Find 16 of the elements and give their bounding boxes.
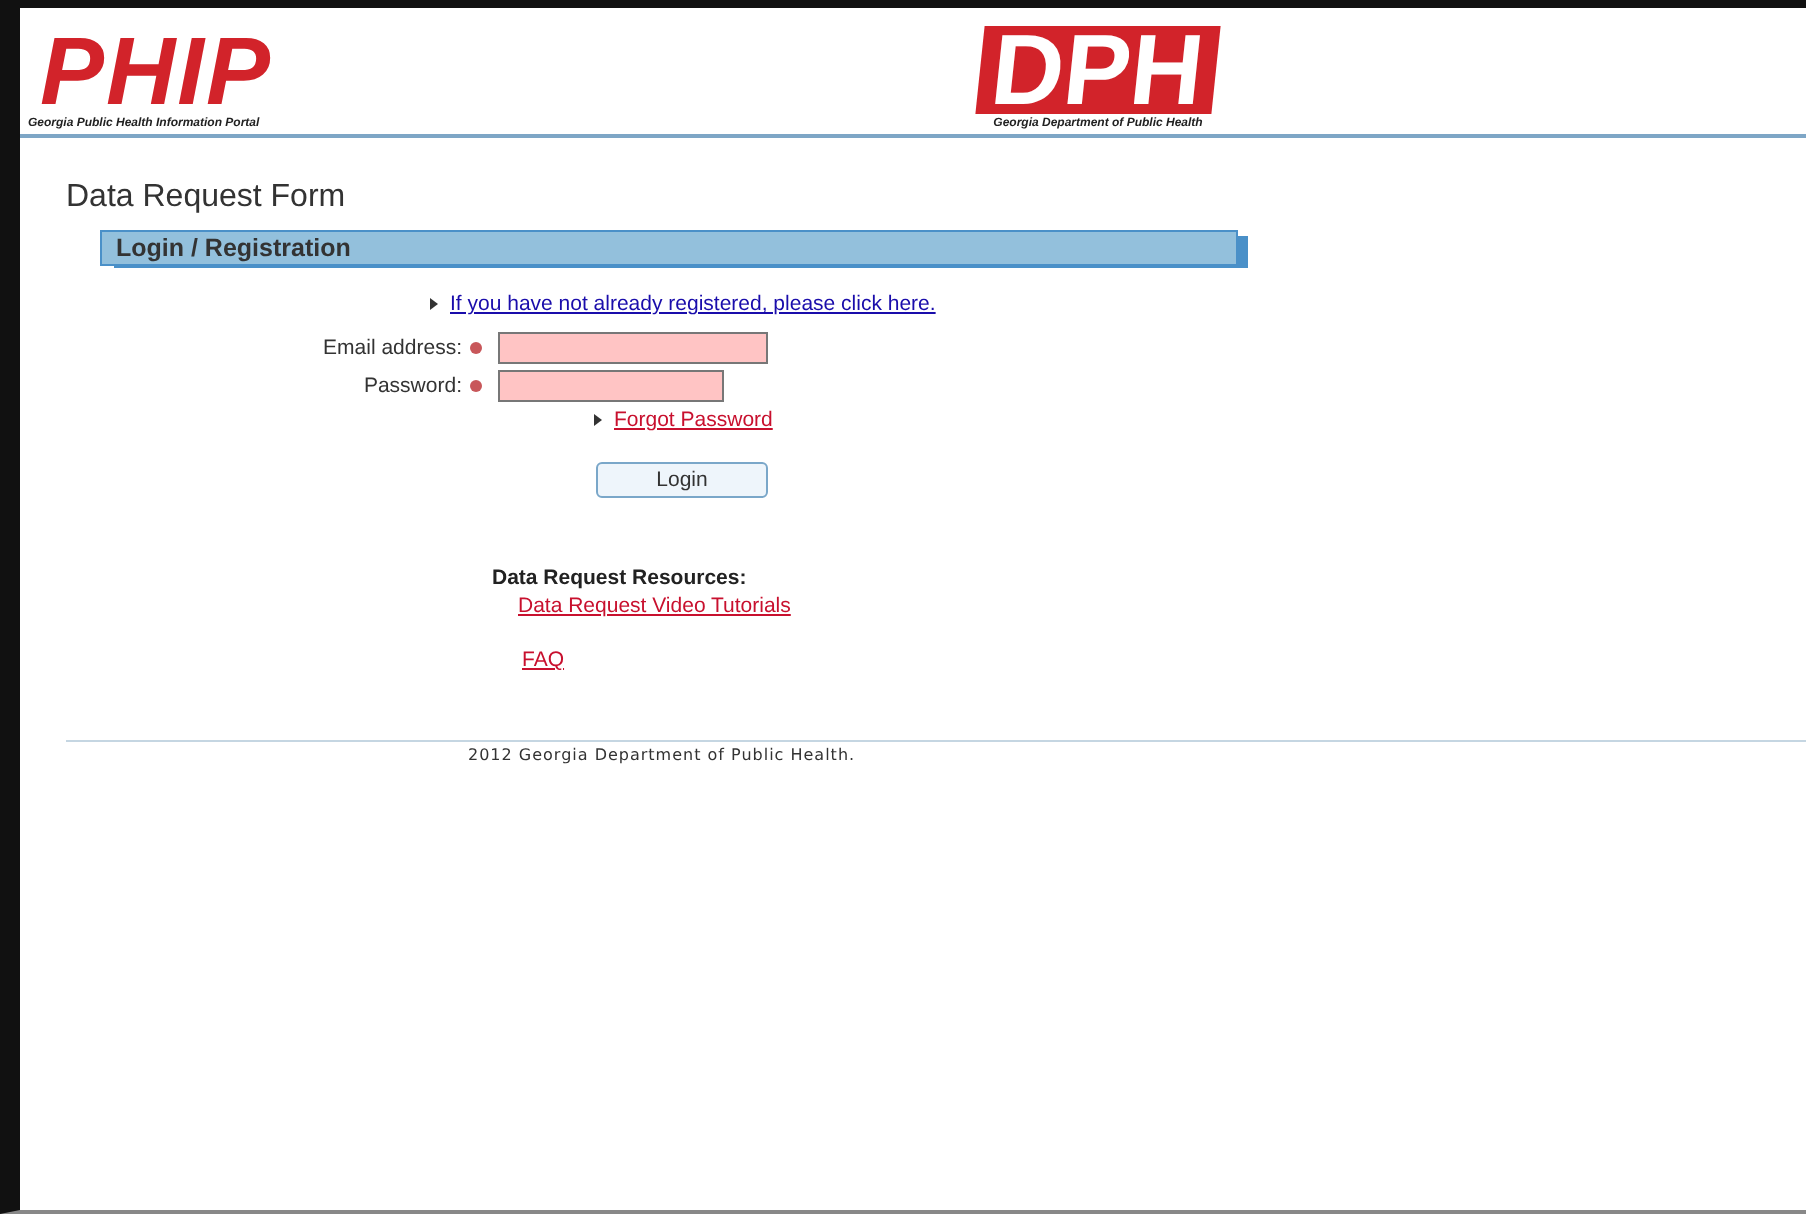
forgot-password-link[interactable]: Forgot Password bbox=[614, 408, 773, 432]
field-label: Email address: bbox=[321, 336, 464, 360]
bullet-icon bbox=[594, 414, 602, 426]
page-title: Data Request Form bbox=[66, 180, 348, 216]
input-field[interactable] bbox=[498, 370, 724, 402]
bullet-icon bbox=[430, 298, 438, 310]
field-label: Password: bbox=[361, 374, 464, 398]
login-button[interactable]: Login bbox=[596, 462, 768, 498]
department-logo: DPH bbox=[975, 26, 1221, 114]
resource-link[interactable]: Data Request Video Tutorials bbox=[518, 594, 791, 618]
resources-heading: Data Request Resources: bbox=[492, 566, 749, 590]
copyright-text: 2012 Georgia Department of Public Health. bbox=[468, 746, 858, 764]
input-field[interactable] bbox=[498, 332, 768, 364]
portal-logo: PHIP bbox=[40, 30, 273, 118]
resource-link[interactable]: FAQ bbox=[522, 648, 565, 672]
register-link[interactable]: If you have not already registered, please click here. bbox=[450, 292, 936, 316]
